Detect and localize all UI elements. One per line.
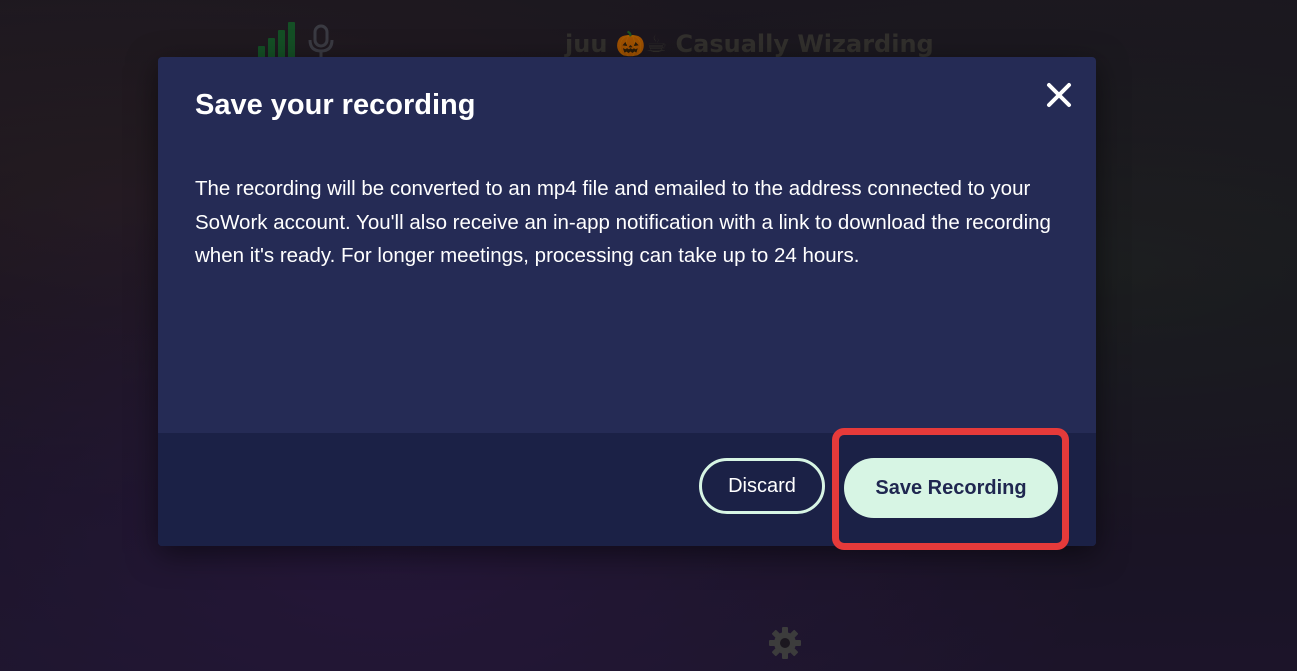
close-button[interactable] xyxy=(1042,78,1076,112)
close-icon xyxy=(1047,83,1071,107)
save-recording-button[interactable]: Save Recording xyxy=(844,458,1058,518)
save-recording-dialog: Save your recording The recording will b… xyxy=(158,57,1096,546)
discard-button[interactable]: Discard xyxy=(699,458,825,514)
dialog-message: The recording will be converted to an mp… xyxy=(195,177,1051,267)
dialog-title: Save your recording xyxy=(195,89,476,121)
dialog-footer: Discard Save Recording xyxy=(158,433,1096,546)
